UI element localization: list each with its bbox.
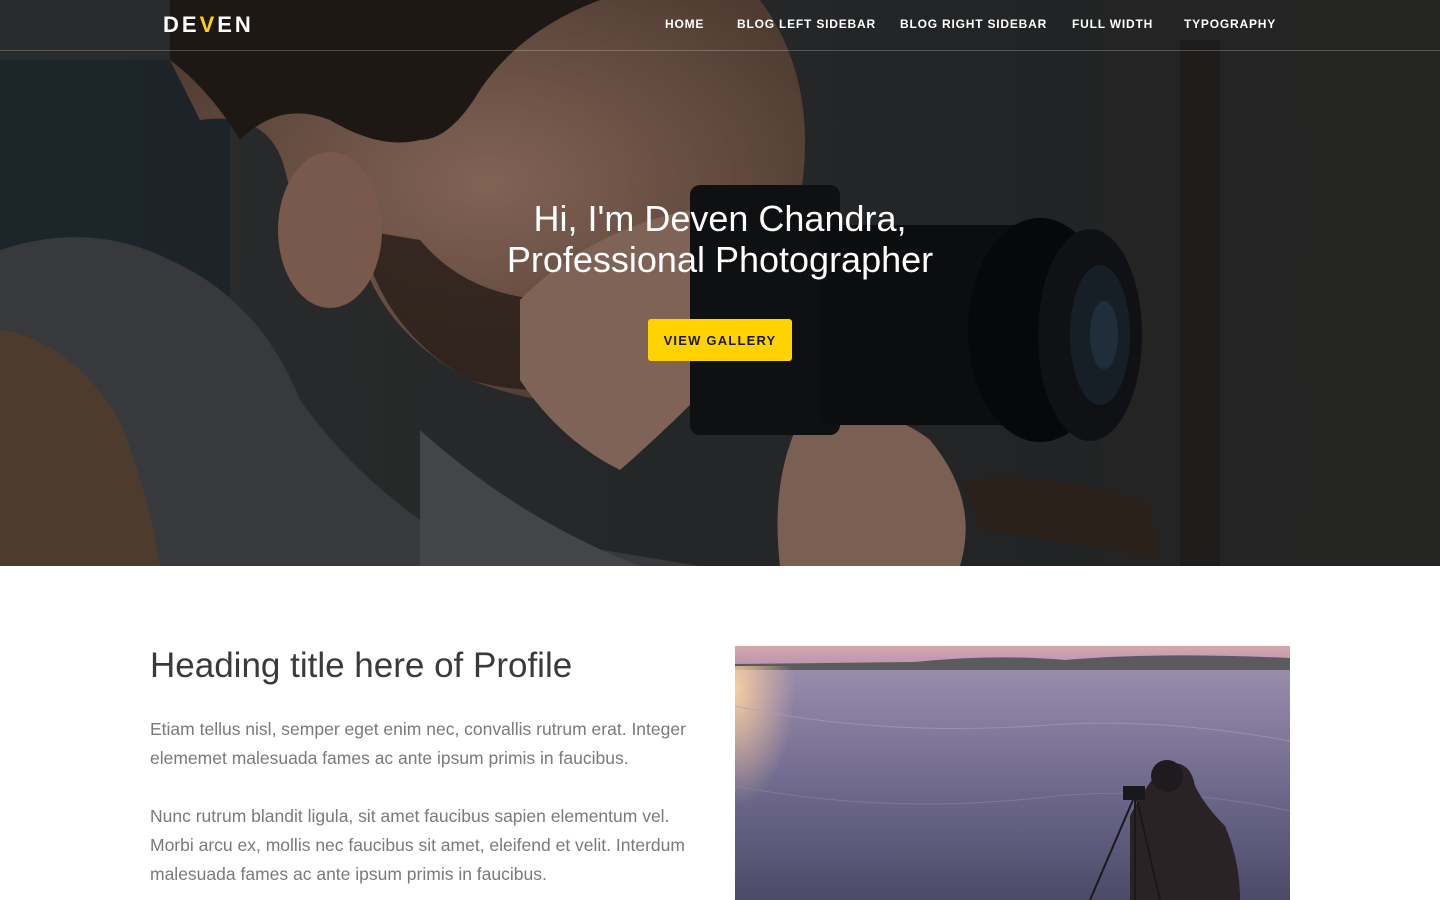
main-nav-menu: HOME BLOG LEFT SIDEBAR BLOG RIGHT SIDEBA…: [0, 14, 1440, 34]
frozen-lake-photo: [735, 646, 1290, 900]
hero-title: Hi, I'm Deven Chandra, Professional Phot…: [320, 198, 1120, 280]
nav-link-full-width[interactable]: FULL WIDTH: [1072, 14, 1153, 34]
profile-paragraph: Nunc rutrum blandit ligula, sit amet fau…: [150, 806, 685, 884]
nav-link-typography[interactable]: TYPOGRAPHY: [1184, 14, 1276, 34]
profile-paragraph: Etiam tellus nisl, semper eget enim nec,…: [150, 719, 686, 768]
view-gallery-button[interactable]: VIEW GALLERY: [648, 319, 792, 361]
nav-link-blog-left-sidebar[interactable]: BLOG LEFT SIDEBAR: [737, 14, 876, 34]
hero-title-line-1: Hi, I'm Deven Chandra,: [533, 198, 907, 239]
profile-image: [735, 646, 1290, 900]
nav-link-blog-right-sidebar[interactable]: BLOG RIGHT SIDEBAR: [900, 14, 1047, 34]
profile-heading: Heading title here of Profile: [150, 646, 573, 685]
hero-title-line-2: Professional Photographer: [506, 239, 934, 280]
top-navbar: DEVEN HOME BLOG LEFT SIDEBAR BLOG RIGHT …: [0, 0, 1440, 51]
hero-section: DEVEN HOME BLOG LEFT SIDEBAR BLOG RIGHT …: [0, 0, 1440, 566]
nav-link-home[interactable]: HOME: [665, 14, 704, 34]
hero-dark-overlay: [0, 0, 1440, 566]
